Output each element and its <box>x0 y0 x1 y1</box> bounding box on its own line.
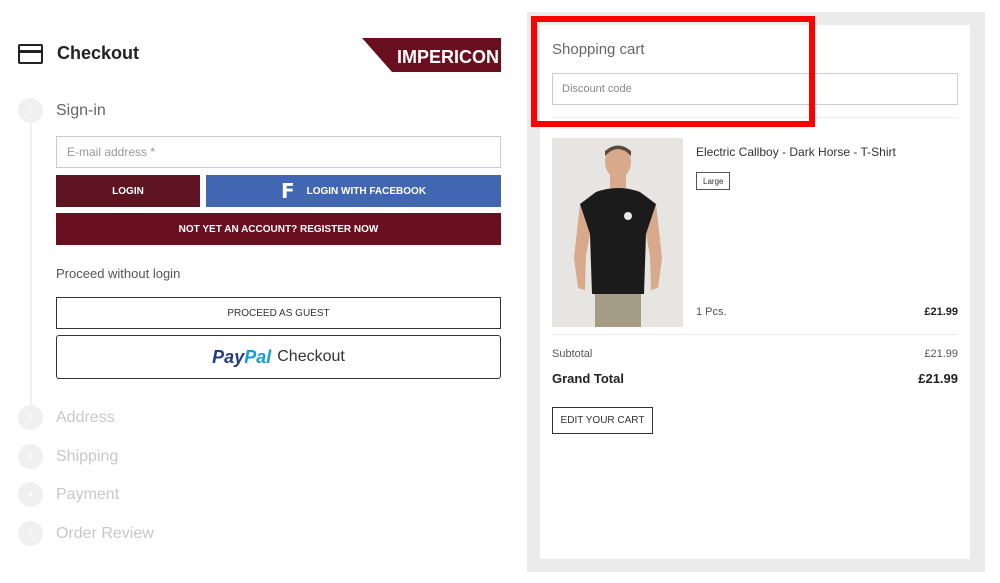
login-button[interactable]: LOGIN <box>56 175 200 207</box>
grand-total-label: Grand Total <box>552 371 624 386</box>
credit-card-icon <box>18 43 43 64</box>
step-number: 2 <box>18 405 43 430</box>
email-field[interactable] <box>56 136 501 168</box>
step-sign-in[interactable]: 1 Sign-in <box>18 98 106 123</box>
proceed-without-login-text: Proceed without login <box>56 266 181 281</box>
product-name[interactable]: Electric Callboy - Dark Horse - T-Shirt <box>696 145 896 159</box>
paypal-logo: PayPal <box>212 346 272 367</box>
step-shipping[interactable]: 3 Shipping <box>18 444 118 469</box>
highlight-annotation <box>531 16 815 127</box>
proceed-as-guest-button[interactable]: PROCEED AS GUEST <box>56 297 501 329</box>
step-payment[interactable]: 4 Payment <box>18 482 119 507</box>
step-timeline <box>30 110 32 410</box>
size-badge: Large <box>696 172 731 190</box>
facebook-login-button[interactable]: f LOGIN WITH FACEBOOK <box>206 175 501 207</box>
grand-total-value: £21.99 <box>918 371 958 386</box>
divider <box>552 334 958 335</box>
checkout-header: Checkout <box>18 43 139 64</box>
step-number: 3 <box>18 444 43 469</box>
facebook-icon: f <box>280 179 295 203</box>
page-title: Checkout <box>57 43 140 63</box>
step-number: 5 <box>18 521 43 546</box>
step-number: 4 <box>18 482 43 507</box>
step-number: 1 <box>18 98 43 123</box>
impericon-logo[interactable]: IMPERICON <box>362 38 501 72</box>
subtotal-label: Subtotal <box>552 348 593 360</box>
step-order-review[interactable]: 5 Order Review <box>18 521 154 546</box>
step-address[interactable]: 2 Address <box>18 405 115 430</box>
subtotal-value: £21.99 <box>924 348 958 360</box>
product-image[interactable] <box>552 138 683 327</box>
product-photo <box>552 138 683 327</box>
step-label: Shipping <box>56 447 119 465</box>
facebook-login-label: LOGIN WITH FACEBOOK <box>306 185 427 197</box>
logo-text: IMPERICON <box>397 47 499 67</box>
edit-cart-button[interactable]: EDIT YOUR CART <box>552 407 653 434</box>
step-label: Payment <box>56 485 120 503</box>
step-label: Sign-in <box>56 101 106 119</box>
product-quantity: 1 Pcs. <box>696 306 727 318</box>
register-button[interactable]: NOT YET AN ACCOUNT? REGISTER NOW <box>56 213 501 245</box>
paypal-checkout-button[interactable]: PayPal Checkout <box>56 335 501 379</box>
paypal-checkout-label: Checkout <box>277 348 345 365</box>
step-label: Order Review <box>56 524 154 542</box>
step-label: Address <box>56 408 115 426</box>
product-price: £21.99 <box>924 306 958 318</box>
